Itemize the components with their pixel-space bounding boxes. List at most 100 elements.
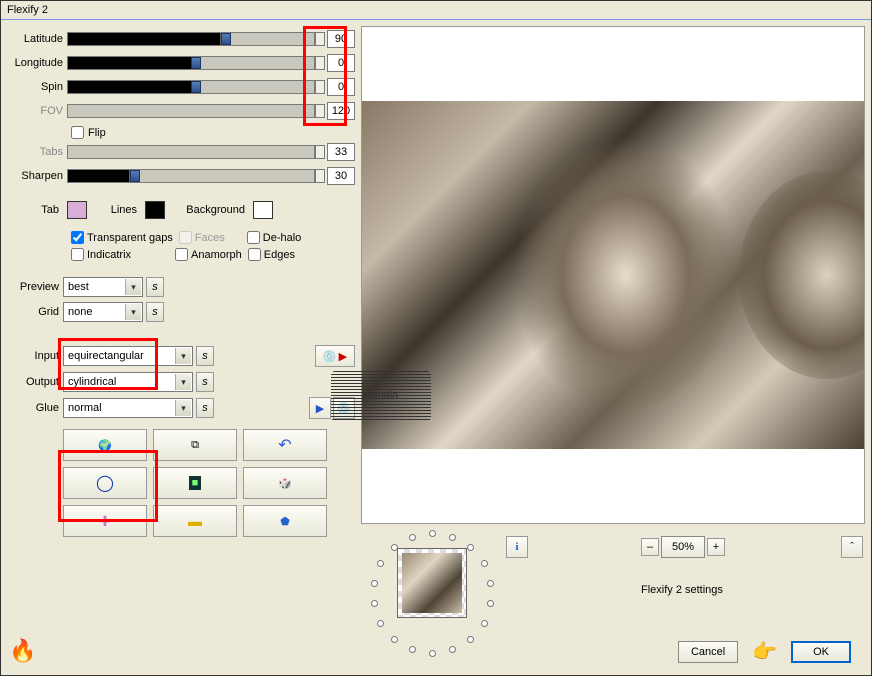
brick-button[interactable]: ▬ [153, 505, 237, 537]
ok-button[interactable]: OK [791, 641, 851, 663]
grid-s-button[interactable]: s [146, 302, 164, 322]
info-button[interactable]: i [506, 536, 528, 558]
sharpen-row: Sharpen [7, 167, 355, 185]
input-combo[interactable]: equirectangular [63, 346, 193, 366]
input-combo-row: Input equirectangular s 💿▶ [7, 345, 355, 367]
ring-button[interactable]: ◯ [63, 467, 147, 499]
play-icon: ▶ [339, 350, 347, 363]
edges-checkbox[interactable] [248, 248, 261, 261]
longitude-input[interactable] [327, 54, 355, 72]
ring-dot[interactable] [481, 620, 488, 627]
record-play-button[interactable]: 💿▶ [315, 345, 355, 367]
flame-icon[interactable]: 🔥 [9, 638, 36, 664]
ring-dot[interactable] [391, 544, 398, 551]
sharpen-slider[interactable] [67, 169, 315, 183]
longitude-slider[interactable] [67, 56, 315, 70]
window-titlebar: Flexify 2 [1, 1, 871, 20]
preview-area[interactable] [361, 26, 865, 524]
thumbnail-ring [367, 528, 497, 658]
chevron-down-icon [125, 279, 141, 295]
square-button[interactable]: ■ [153, 467, 237, 499]
collapse-button[interactable]: ˆ [841, 536, 863, 558]
globe-button[interactable]: 🌍 [63, 429, 147, 461]
preview-combo[interactable]: best [63, 277, 143, 297]
spin-end[interactable] [315, 80, 325, 94]
globe-icon: 🌍 [98, 439, 112, 452]
ring-dot[interactable] [481, 560, 488, 567]
tab-color-swatch[interactable] [67, 201, 87, 219]
input-s-button[interactable]: s [196, 346, 214, 366]
copy-icon: ⧉ [191, 439, 199, 452]
ring-dot[interactable] [487, 600, 494, 607]
icon-button-grid: 🌍 ◯ ✚ ⧉ ■ ▬ ↶ 🎲 ⬟ [63, 429, 355, 537]
cross-button[interactable]: ✚ [63, 505, 147, 537]
spin-row: Spin [7, 78, 355, 96]
chevron-down-icon [125, 304, 141, 320]
sharpen-end[interactable] [315, 169, 325, 183]
ring-icon: ◯ [96, 473, 114, 493]
dehalo-checkbox[interactable] [247, 231, 260, 244]
flip-checkbox[interactable] [71, 126, 84, 139]
spin-label: Spin [7, 81, 67, 93]
glue-label: Glue [7, 402, 63, 414]
undo-button[interactable]: ↶ [243, 429, 327, 461]
indicatrix-checkbox[interactable] [71, 248, 84, 261]
latitude-input[interactable] [327, 30, 355, 48]
transparent-gaps-checkbox[interactable] [71, 231, 84, 244]
cancel-button[interactable]: Cancel [678, 641, 738, 663]
grid-combo[interactable]: none [63, 302, 143, 322]
transparent-gaps-label: Transparent gaps [87, 232, 173, 244]
output-label: Output [7, 376, 63, 388]
anamorph-checkbox[interactable] [175, 248, 188, 261]
latitude-end[interactable] [315, 32, 325, 46]
ring-dot[interactable] [467, 544, 474, 551]
lines-color-label: Lines [95, 204, 137, 216]
background-color-swatch[interactable] [253, 201, 273, 219]
longitude-end[interactable] [315, 56, 325, 70]
ring-dot[interactable] [391, 636, 398, 643]
dice-button[interactable]: 🎲 [243, 467, 327, 499]
fov-row: FOV [7, 102, 355, 120]
glue-combo-row: Glue normal s ▶ 💿 [7, 397, 355, 419]
dialog-buttons: Cancel 👉 OK [678, 639, 851, 664]
zoom-in-button[interactable]: + [707, 538, 725, 556]
latitude-label: Latitude [7, 33, 67, 45]
zoom-out-button[interactable]: – [641, 538, 659, 556]
ring-dot[interactable] [409, 646, 416, 653]
ring-dot[interactable] [467, 636, 474, 643]
tab-color-label: Tab [7, 204, 59, 216]
play-blue-button[interactable]: ▶ [309, 397, 331, 419]
output-combo[interactable]: cylindrical [63, 372, 193, 392]
glue-s-button[interactable]: s [196, 398, 214, 418]
ring-dot[interactable] [487, 580, 494, 587]
right-panel: i – 50% + ˆ Flexify 2 settings Cancel 👉 … [361, 20, 871, 674]
ring-dot[interactable] [371, 580, 378, 587]
preview-s-button[interactable]: s [146, 277, 164, 297]
ring-dot[interactable] [449, 646, 456, 653]
ring-dot[interactable] [371, 600, 378, 607]
sharpen-input[interactable] [327, 167, 355, 185]
zoom-value[interactable]: 50% [661, 536, 705, 558]
ring-dot[interactable] [409, 534, 416, 541]
lines-color-swatch[interactable] [145, 201, 165, 219]
gem-button[interactable]: ⬟ [243, 505, 327, 537]
checkbox-row2: Indicatrix Anamorph Edges [71, 248, 355, 261]
fov-input[interactable] [327, 102, 355, 120]
latitude-slider[interactable] [67, 32, 315, 46]
glue-combo[interactable]: normal [63, 398, 193, 418]
checkbox-row1: Transparent gaps Faces De-halo [71, 231, 355, 244]
ring-dot[interactable] [449, 534, 456, 541]
ring-dot[interactable] [429, 650, 436, 657]
copy-button[interactable]: ⧉ [153, 429, 237, 461]
ring-dot[interactable] [429, 530, 436, 537]
ring-dot[interactable] [377, 560, 384, 567]
spin-input[interactable] [327, 78, 355, 96]
spin-slider[interactable] [67, 80, 315, 94]
output-s-button[interactable]: s [196, 372, 214, 392]
input-label: Input [7, 350, 63, 362]
grid-label: Grid [7, 306, 63, 318]
ring-dot[interactable] [377, 620, 384, 627]
tabs-input[interactable] [327, 143, 355, 161]
anamorph-label: Anamorph [191, 249, 242, 261]
watermark-text: claudia [364, 390, 399, 402]
